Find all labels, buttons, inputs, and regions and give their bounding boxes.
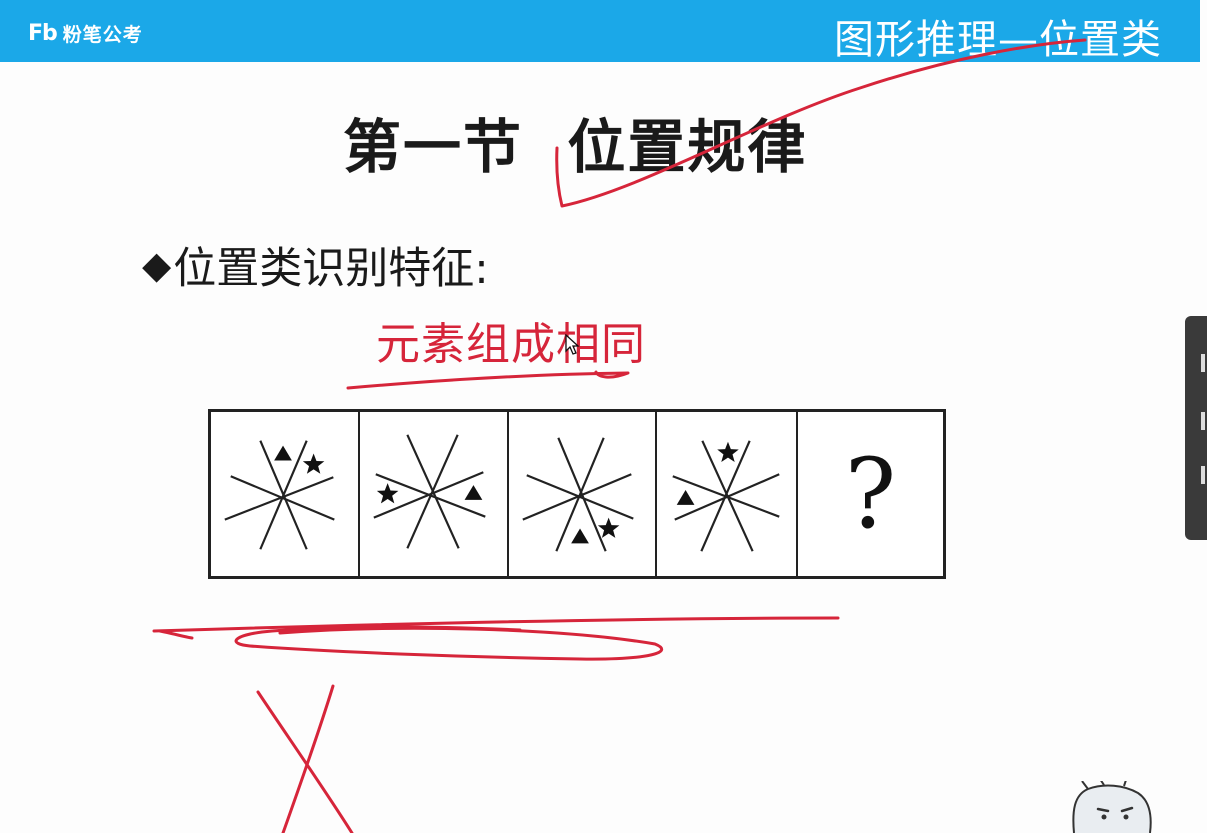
star-icon [376, 483, 399, 504]
star-icon [717, 441, 739, 462]
triangle-icon [571, 528, 589, 544]
mascot-icon [1072, 781, 1152, 833]
page-title: 第一节 位置规律 [343, 113, 808, 181]
question-mark: ? [844, 438, 897, 550]
logo-text: 粉笔公考 [62, 23, 143, 46]
eight-line-star-figure [522, 437, 634, 552]
eight-line-star-figure [224, 440, 335, 550]
eight-line-star-figure [672, 440, 780, 552]
toolbar-handle-3 [1201, 466, 1205, 484]
figure-panel-4 [657, 412, 798, 576]
figure-panel-2 [360, 412, 509, 576]
ink-underline-figure-1 [152, 616, 840, 633]
ink-scribble-loop [234, 625, 663, 661]
figure-panel-5: ? [798, 412, 943, 576]
bullet-item: ◆ 位置类识别特征: [142, 234, 489, 296]
toolbar-handle-1 [1201, 354, 1205, 372]
bullet-text: 位置类识别特征: [173, 244, 489, 294]
ink-underline-figure-2 [158, 629, 194, 640]
star-icon [597, 517, 620, 538]
figure-panel-1 [211, 412, 360, 576]
header-title: 图形推理—位置类 [834, 17, 1162, 63]
side-toolbar[interactable] [1185, 316, 1207, 540]
handwritten-note: 元素组成相同 [376, 319, 646, 370]
ink-underline-note [346, 370, 630, 390]
figure-sequence: ? [208, 409, 946, 579]
figure-panel-3 [509, 412, 657, 576]
slide-header: Fb 粉笔公考 图形推理—位置类 [0, 0, 1200, 63]
toolbar-handle-2 [1201, 412, 1205, 430]
star-icon [302, 453, 325, 474]
fenbi-logo: Fb 粉笔公考 [28, 19, 143, 47]
ink-cross-stroke-2 [281, 684, 335, 833]
triangle-icon [274, 445, 292, 461]
triangle-icon [464, 485, 483, 500]
ink-cross-stroke-1 [256, 690, 354, 833]
mouse-cursor-icon [565, 334, 580, 355]
logo-mark: Fb [28, 20, 58, 46]
eight-line-star-figure [373, 434, 486, 549]
diamond-bullet-icon: ◆ [142, 243, 172, 287]
triangle-icon [676, 490, 695, 505]
